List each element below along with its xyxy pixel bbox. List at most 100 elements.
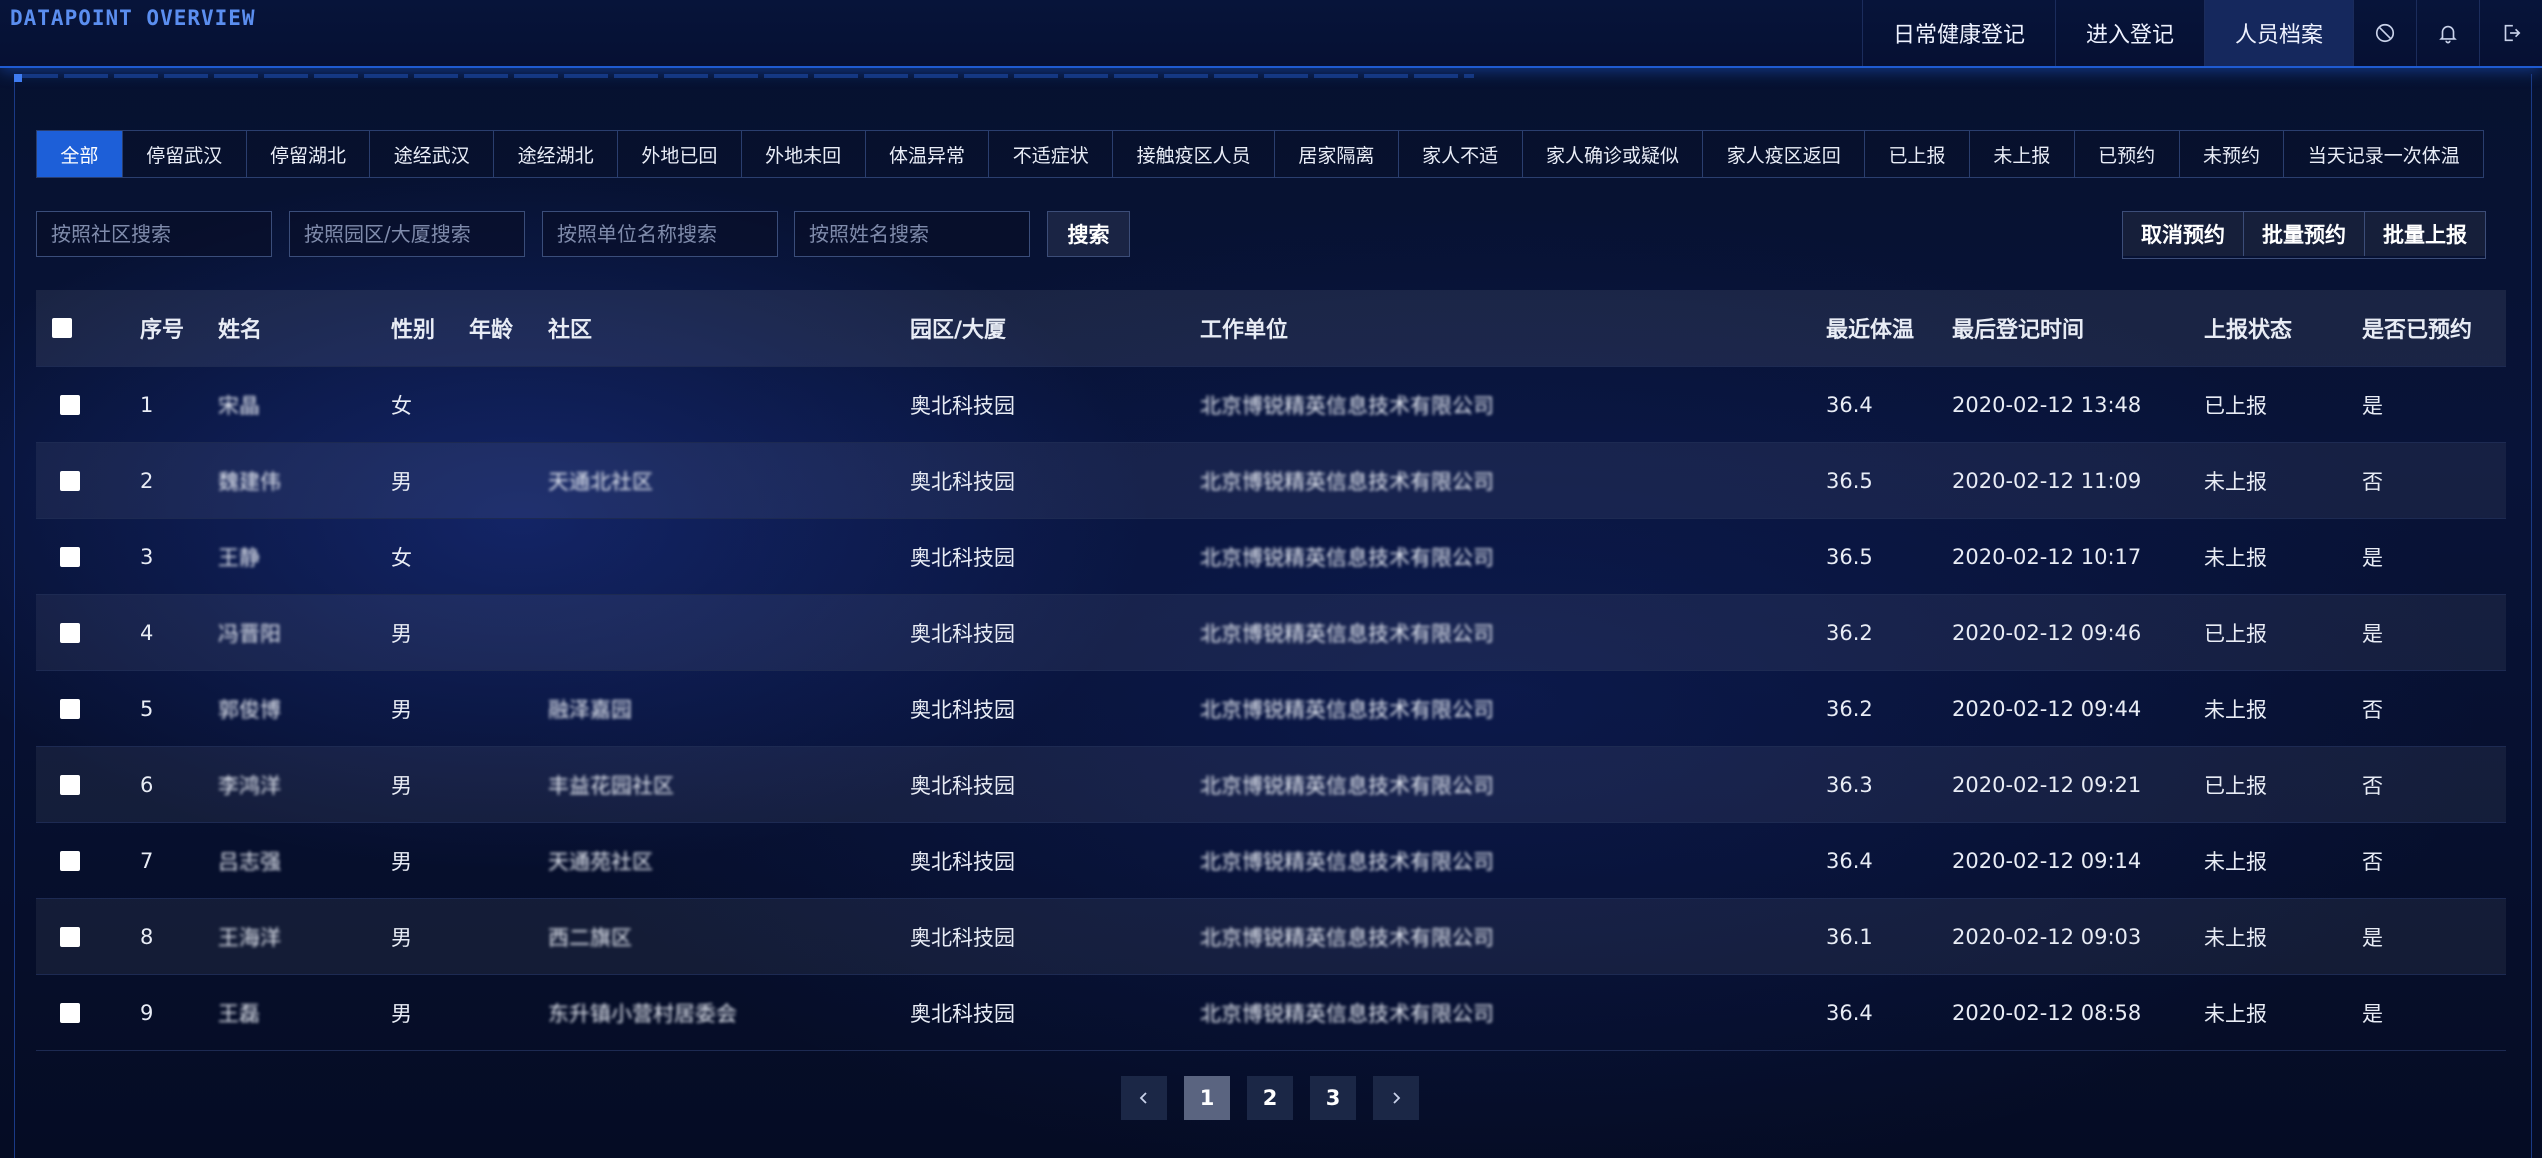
row-community: 丰益花园社区 — [548, 773, 674, 798]
nav-personnel-archive[interactable]: 人员档案 — [2203, 0, 2353, 66]
filter-tab-via-wuhan[interactable]: 途经武汉 — [370, 131, 495, 177]
filter-tab-stay-hubei[interactable]: 停留湖北 — [247, 131, 371, 177]
row-checkbox[interactable] — [60, 622, 80, 643]
page-2-button[interactable]: 2 — [1247, 1076, 1293, 1120]
row-last-time: 2020-02-12 09:14 — [1952, 848, 2142, 873]
row-checkbox-cell — [60, 519, 80, 594]
filter-tab-unreported[interactable]: 未上报 — [1970, 131, 2075, 177]
table-row[interactable]: 3 王静 女 奥北科技园 北京博锐精英信息技术有限公司 36.5 2020-02-12 10… — [36, 519, 2506, 595]
filter-tab-reserved[interactable]: 已预约 — [2075, 131, 2180, 177]
filter-tab-stay-wuhan[interactable]: 停留武汉 — [123, 131, 247, 177]
logout-icon[interactable] — [2479, 0, 2542, 66]
row-checkbox[interactable] — [60, 394, 80, 415]
filter-tab-home-isolation[interactable]: 居家隔离 — [1275, 131, 1399, 177]
filter-tab-contact[interactable]: 接触疫区人员 — [1113, 131, 1275, 177]
row-index: 2 — [140, 468, 154, 493]
no-entry-icon[interactable] — [2353, 0, 2416, 66]
row-temp: 36.5 — [1826, 468, 1873, 493]
row-checkbox[interactable] — [60, 698, 80, 719]
filter-tab-not-returned[interactable]: 外地未回 — [742, 131, 866, 177]
row-checkbox-cell — [60, 367, 80, 442]
filter-tab-abnormal-temp[interactable]: 体温异常 — [866, 131, 990, 177]
col-age: 年龄 — [469, 318, 514, 343]
row-index: 3 — [140, 544, 154, 569]
row-community: 西二旗区 — [548, 925, 632, 950]
row-temp: 36.4 — [1826, 1000, 1873, 1025]
table-row[interactable]: 7 吕志强 男 天通苑社区 奥北科技园 北京博锐精英信息技术有限公司 36.4 2020-02… — [36, 823, 2506, 899]
table-row[interactable]: 5 郭俊博 男 融泽嘉园 奥北科技园 北京博锐精英信息技术有限公司 36.2 2020-02-… — [36, 671, 2506, 747]
table-row[interactable]: 4 冯晋阳 男 奥北科技园 北京博锐精英信息技术有限公司 36.2 2020-02-12 0… — [36, 595, 2506, 671]
row-park: 奥北科技园 — [910, 621, 1015, 646]
row-checkbox[interactable] — [60, 1002, 80, 1023]
company-search-input[interactable] — [542, 211, 778, 257]
row-checkbox[interactable] — [60, 850, 80, 871]
park-search-input[interactable] — [289, 211, 525, 257]
table-row[interactable]: 8 王海洋 男 西二旗区 奥北科技园 北京博锐精英信息技术有限公司 36.1 2020-02-… — [36, 899, 2506, 975]
nav-daily-health[interactable]: 日常健康登记 — [1861, 0, 2055, 66]
name-search-input[interactable] — [794, 211, 1030, 257]
col-gender: 性别 — [391, 318, 436, 343]
row-checkbox[interactable] — [60, 774, 80, 795]
select-all-cell — [52, 290, 72, 366]
batch-report-button[interactable]: 批量上报 — [2365, 212, 2485, 256]
row-name: 吕志强 — [218, 849, 281, 874]
row-company: 北京博锐精英信息技术有限公司 — [1200, 697, 1494, 722]
filter-tab-family-confirmed[interactable]: 家人确诊或疑似 — [1523, 131, 1704, 177]
row-gender: 男 — [391, 621, 412, 646]
row-company: 北京博锐精英信息技术有限公司 — [1200, 849, 1494, 874]
filter-tab-symptoms[interactable]: 不适症状 — [989, 131, 1114, 177]
row-report-status: 已上报 — [2204, 773, 2267, 798]
page-1-button[interactable]: 1 — [1184, 1076, 1230, 1120]
row-gender: 男 — [391, 773, 412, 798]
row-checkbox[interactable] — [60, 546, 80, 567]
table-row[interactable]: 9 王磊 男 东升镇小营村居委会 奥北科技园 北京博锐精英信息技术有限公司 36.4 2020… — [36, 975, 2506, 1051]
row-company: 北京博锐精英信息技术有限公司 — [1200, 469, 1494, 494]
col-temp: 最近体温 — [1826, 318, 1915, 343]
filter-tab-family-returned[interactable]: 家人疫区返回 — [1703, 131, 1866, 177]
bell-icon[interactable] — [2416, 0, 2479, 66]
nav-entry-register[interactable]: 进入登记 — [2054, 0, 2204, 66]
row-reserved: 否 — [2362, 697, 2383, 722]
row-gender: 女 — [391, 545, 412, 570]
table-row[interactable]: 6 李鸿洋 男 丰益花园社区 奥北科技园 北京博锐精英信息技术有限公司 36.3 2020-0… — [36, 747, 2506, 823]
row-reserved: 否 — [2362, 469, 2383, 494]
row-name: 魏建伟 — [218, 469, 281, 494]
select-all-checkbox[interactable] — [52, 318, 72, 338]
filter-tabs: 全部 停留武汉 停留湖北 途经武汉 途经湖北 外地已回 外地未回 体温异常 不适… — [36, 130, 2485, 178]
row-checkbox[interactable] — [60, 470, 80, 491]
cancel-reserve-button[interactable]: 取消预约 — [2123, 212, 2244, 256]
community-search-input[interactable] — [36, 211, 272, 257]
row-checkbox-cell — [60, 899, 80, 974]
row-gender: 女 — [391, 393, 412, 418]
search-button[interactable]: 搜索 — [1047, 211, 1130, 257]
row-name: 冯晋阳 — [218, 621, 281, 646]
row-temp: 36.4 — [1826, 392, 1873, 417]
prev-page-button[interactable] — [1121, 1076, 1167, 1120]
row-report-status: 已上报 — [2204, 621, 2267, 646]
filter-tab-all[interactable]: 全部 — [37, 131, 123, 177]
page-3-button[interactable]: 3 — [1310, 1076, 1356, 1120]
filter-tab-one-temp-today[interactable]: 当天记录一次体温 — [2284, 131, 2483, 177]
row-name: 郭俊博 — [218, 697, 281, 722]
filter-tab-reported[interactable]: 已上报 — [1865, 131, 1970, 177]
batch-reserve-button[interactable]: 批量预约 — [2244, 212, 2365, 256]
row-company: 北京博锐精英信息技术有限公司 — [1200, 773, 1494, 798]
next-page-button[interactable] — [1373, 1076, 1419, 1120]
row-index: 8 — [140, 924, 154, 949]
row-temp: 36.4 — [1826, 848, 1873, 873]
row-reserved: 否 — [2362, 773, 2383, 798]
filter-tab-unreserved[interactable]: 未预约 — [2180, 131, 2285, 177]
row-community: 天通北社区 — [548, 469, 653, 494]
filter-tab-family-unwell[interactable]: 家人不适 — [1399, 131, 1523, 177]
row-gender: 男 — [391, 697, 412, 722]
table-row[interactable]: 1 宋晶 女 奥北科技园 北京博锐精英信息技术有限公司 36.4 2020-02-12 13… — [36, 367, 2506, 443]
row-checkbox[interactable] — [60, 926, 80, 947]
filter-tab-via-hubei[interactable]: 途经湖北 — [494, 131, 618, 177]
row-index: 7 — [140, 848, 154, 873]
row-checkbox-cell — [60, 975, 80, 1050]
col-last-time: 最后登记时间 — [1952, 318, 2085, 343]
frame-decoration — [14, 74, 1474, 78]
row-checkbox-cell — [60, 747, 80, 822]
filter-tab-returned[interactable]: 外地已回 — [618, 131, 742, 177]
table-row[interactable]: 2 魏建伟 男 天通北社区 奥北科技园 北京博锐精英信息技术有限公司 36.5 2020-02… — [36, 443, 2506, 519]
